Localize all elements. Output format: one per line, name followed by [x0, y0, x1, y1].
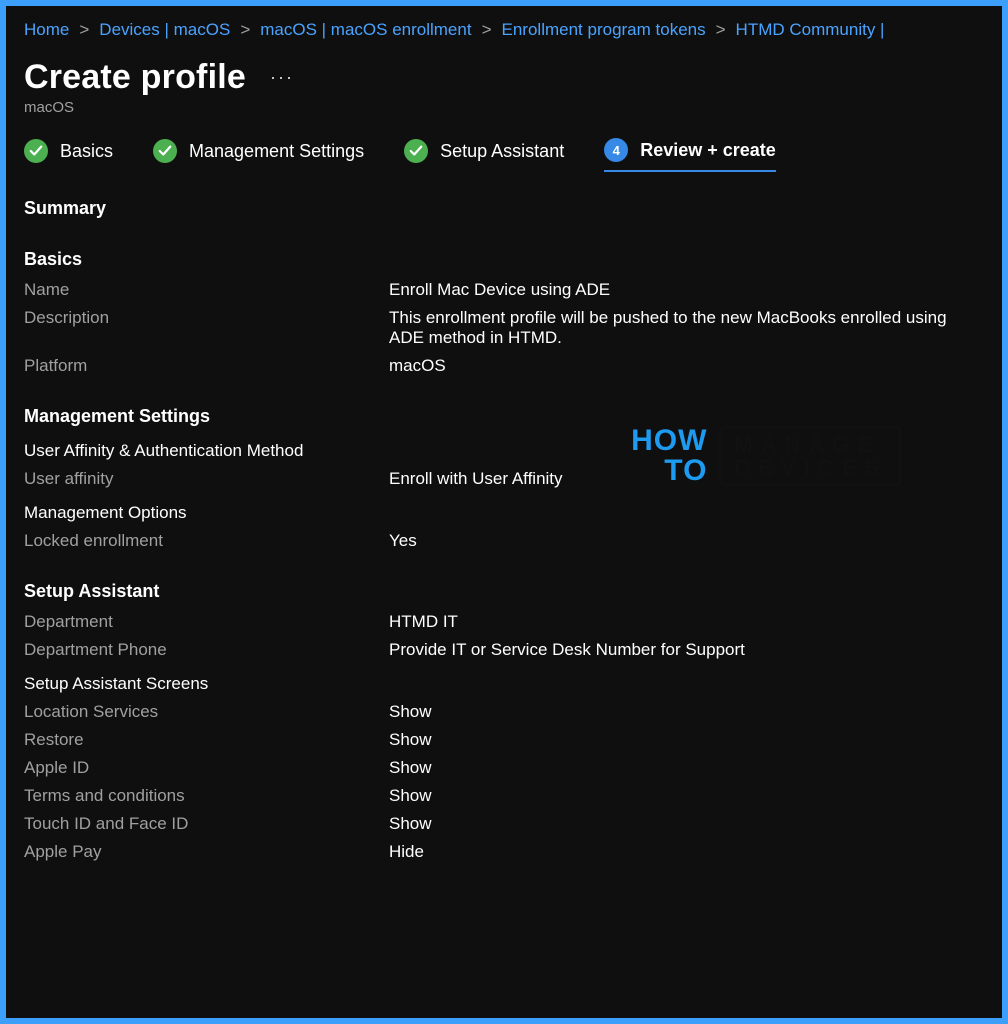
step-label: Review + create [640, 140, 776, 161]
kv-value: HTMD IT [389, 612, 984, 632]
summary-heading: Summary [24, 198, 984, 219]
breadcrumb-item[interactable]: macOS | macOS enrollment [260, 20, 471, 40]
kv-row: Terms and conditions Show [24, 786, 984, 806]
kv-row: User affinity Enroll with User Affinity [24, 469, 984, 489]
kv-key: Apple Pay [24, 842, 389, 862]
kv-value: Enroll with User Affinity [389, 469, 984, 489]
breadcrumb-item[interactable]: HTMD Community | [736, 20, 885, 40]
kv-value: Hide [389, 842, 984, 862]
more-actions-button[interactable]: ··· [270, 67, 294, 88]
page-title: Create profile [24, 58, 246, 97]
kv-row: Restore Show [24, 730, 984, 750]
kv-value: Show [389, 814, 984, 834]
kv-key: Touch ID and Face ID [24, 814, 389, 834]
breadcrumb-item[interactable]: Devices | macOS [99, 20, 230, 40]
kv-value: Show [389, 702, 984, 722]
kv-key: Name [24, 280, 389, 300]
chevron-right-icon: > [79, 20, 89, 40]
wizard-steps: Basics Management Settings Setup Assista… [24, 138, 984, 172]
breadcrumb-item[interactable]: Enrollment program tokens [502, 20, 706, 40]
kv-key: Description [24, 308, 389, 328]
chevron-right-icon: > [240, 20, 250, 40]
subsection-user-affinity: User Affinity & Authentication Method [24, 441, 984, 461]
kv-key: Platform [24, 356, 389, 376]
kv-value: Show [389, 758, 984, 778]
kv-key: Apple ID [24, 758, 389, 778]
kv-key: Department [24, 612, 389, 632]
kv-row: Department HTMD IT [24, 612, 984, 632]
subsection-mgmt-options: Management Options [24, 503, 984, 523]
check-icon [404, 139, 428, 163]
step-number-badge: 4 [604, 138, 628, 162]
section-setup-heading: Setup Assistant [24, 581, 984, 602]
step-basics[interactable]: Basics [24, 139, 113, 171]
kv-row: Name Enroll Mac Device using ADE [24, 280, 984, 300]
kv-value: This enrollment profile will be pushed t… [389, 308, 984, 348]
section-mgmt-heading: Management Settings [24, 406, 984, 427]
step-label: Setup Assistant [440, 141, 564, 162]
kv-row: Apple Pay Hide [24, 842, 984, 862]
step-label: Basics [60, 141, 113, 162]
kv-value: Provide IT or Service Desk Number for Su… [389, 640, 984, 660]
kv-key: Terms and conditions [24, 786, 389, 806]
chevron-right-icon: > [716, 20, 726, 40]
kv-row: Locked enrollment Yes [24, 531, 984, 551]
kv-value: Yes [389, 531, 984, 551]
breadcrumb-item[interactable]: Home [24, 20, 69, 40]
breadcrumb: Home > Devices | macOS > macOS | macOS e… [24, 14, 984, 40]
kv-row: Apple ID Show [24, 758, 984, 778]
kv-key: Location Services [24, 702, 389, 722]
kv-row: Location Services Show [24, 702, 984, 722]
subsection-setup-screens: Setup Assistant Screens [24, 674, 984, 694]
step-setup-assistant[interactable]: Setup Assistant [404, 139, 564, 171]
kv-key: Restore [24, 730, 389, 750]
kv-value: Enroll Mac Device using ADE [389, 280, 984, 300]
check-icon [153, 139, 177, 163]
check-icon [24, 139, 48, 163]
kv-value: Show [389, 786, 984, 806]
kv-key: Locked enrollment [24, 531, 389, 551]
step-review-create[interactable]: 4 Review + create [604, 138, 776, 172]
kv-row: Platform macOS [24, 356, 984, 376]
app-frame: Home > Devices | macOS > macOS | macOS e… [6, 6, 1002, 1018]
step-label: Management Settings [189, 141, 364, 162]
step-management-settings[interactable]: Management Settings [153, 139, 364, 171]
kv-row: Touch ID and Face ID Show [24, 814, 984, 834]
kv-row: Department Phone Provide IT or Service D… [24, 640, 984, 660]
page-subtitle: macOS [24, 99, 984, 116]
page-title-row: Create profile ··· [24, 58, 984, 97]
kv-key: User affinity [24, 469, 389, 489]
section-basics-heading: Basics [24, 249, 984, 270]
kv-key: Department Phone [24, 640, 389, 660]
chevron-right-icon: > [482, 20, 492, 40]
kv-value: Show [389, 730, 984, 750]
kv-value: macOS [389, 356, 984, 376]
kv-row: Description This enrollment profile will… [24, 308, 984, 348]
